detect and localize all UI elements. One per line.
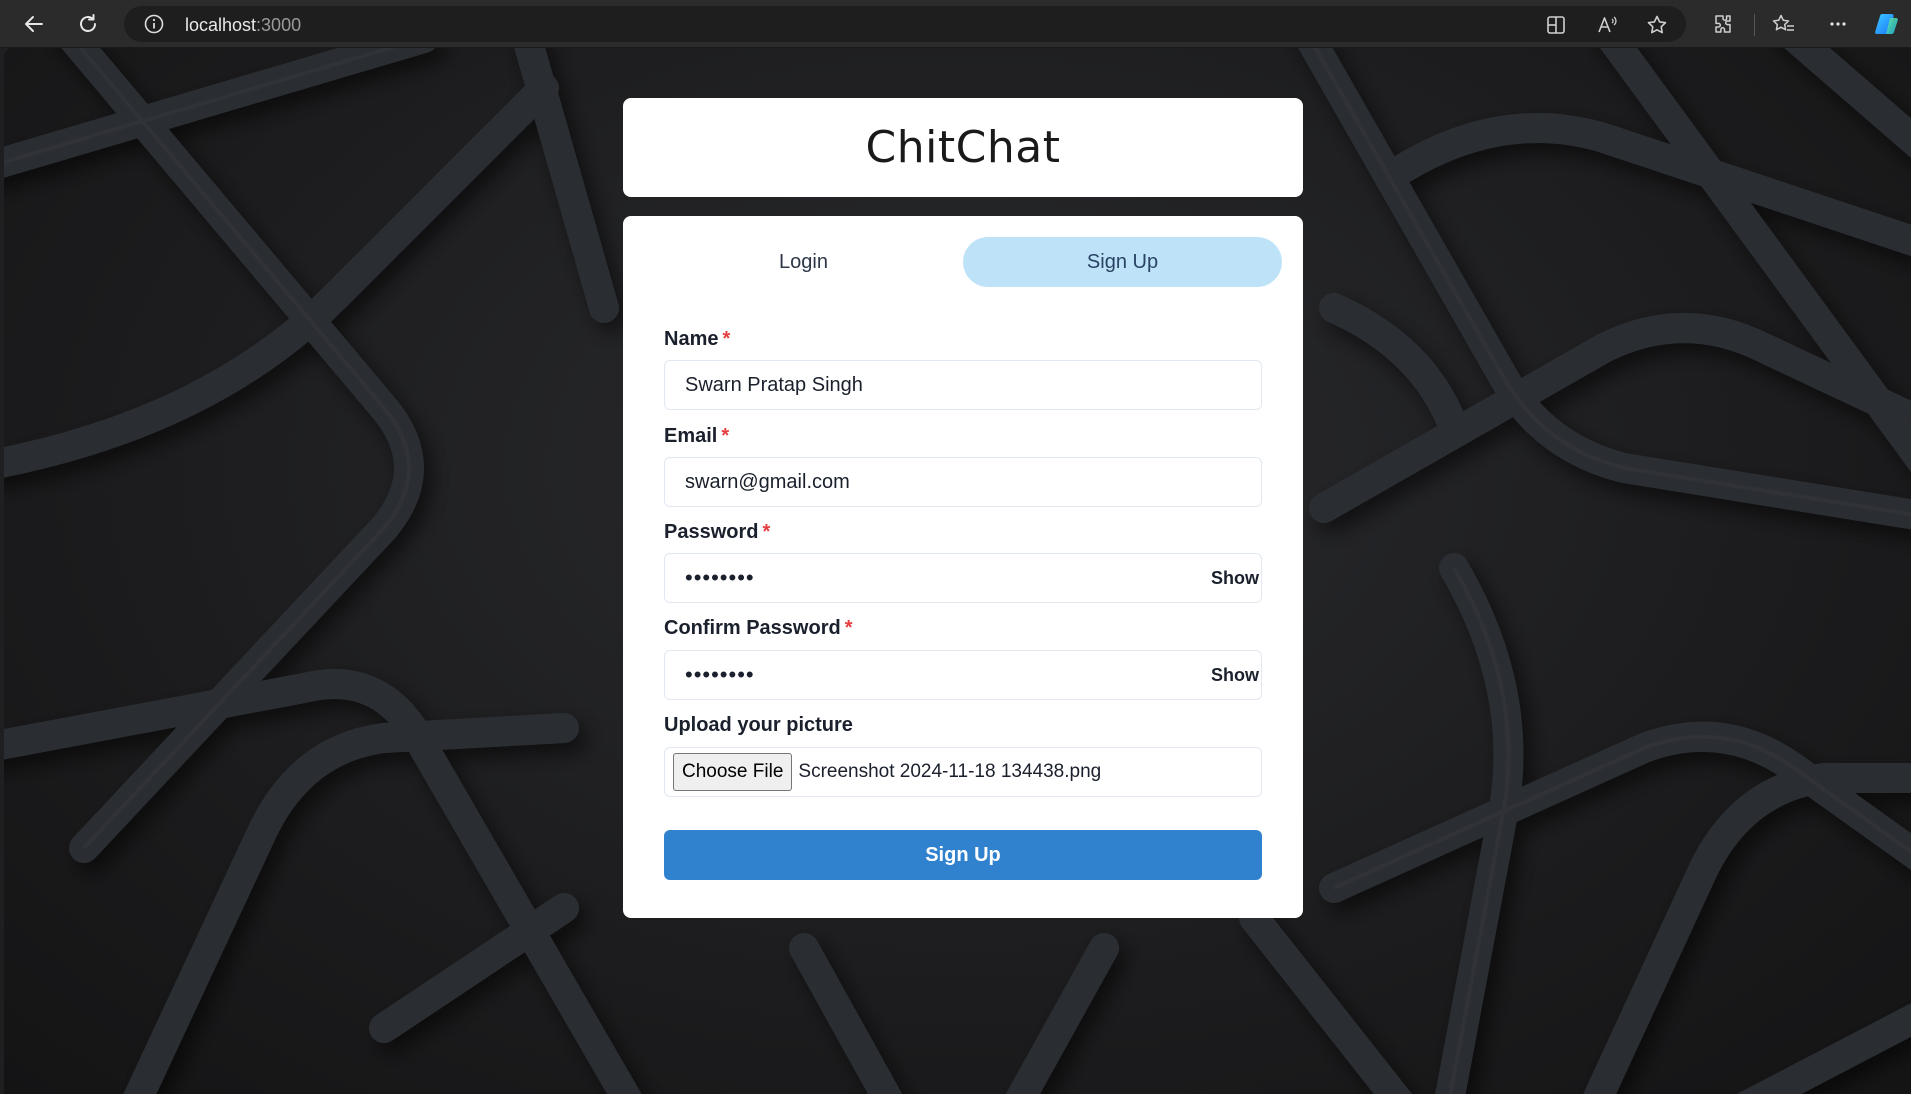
auth-card: Login Sign Up Name * Swarn Pratap Singh E…	[623, 216, 1303, 918]
password-label-text: Password	[664, 521, 759, 543]
choose-file-button[interactable]: Choose File	[673, 753, 793, 791]
required-mark: *	[722, 328, 731, 350]
required-mark: *	[844, 617, 853, 639]
password-input[interactable]: •••••••• Show	[664, 553, 1262, 603]
email-input[interactable]: swarn@gmail.com	[664, 457, 1262, 507]
address-bar[interactable]: localhost:3000	[124, 6, 1686, 42]
split-screen-icon[interactable]	[1545, 14, 1567, 36]
password-label: Password *	[664, 521, 770, 544]
back-icon[interactable]	[16, 6, 52, 42]
email-input-value: swarn@gmail.com	[685, 470, 850, 493]
info-icon[interactable]	[144, 14, 164, 34]
auth-tabs: Login Sign Up	[644, 237, 1282, 287]
upload-picture-label: Upload your picture	[664, 714, 853, 737]
name-label-text: Name	[664, 328, 719, 350]
tab-sign-up[interactable]: Sign Up	[963, 237, 1282, 287]
password-input-value: ••••••••	[685, 565, 755, 590]
confirm-password-label-text: Confirm Password	[664, 617, 841, 639]
extensions-icon[interactable]	[1705, 6, 1741, 42]
confirm-password-label: Confirm Password *	[664, 617, 853, 640]
favorite-star-icon[interactable]	[1646, 14, 1668, 36]
selected-file-name: Screenshot 2024-11-18 134438.png	[798, 761, 1102, 782]
favorites-icon[interactable]	[1766, 6, 1802, 42]
name-input-value: Swarn Pratap Singh	[685, 373, 863, 396]
url-text: localhost:3000	[185, 15, 301, 36]
picture-file-input[interactable]: Choose File Screenshot 2024-11-18 134438…	[664, 747, 1262, 797]
password-show-button[interactable]: Show	[1205, 562, 1259, 594]
url-host: localhost	[185, 15, 257, 35]
refresh-icon[interactable]	[70, 6, 106, 42]
toolbar-divider	[1754, 14, 1755, 36]
name-input[interactable]: Swarn Pratap Singh	[664, 360, 1262, 410]
sign-up-button[interactable]: Sign Up	[664, 830, 1262, 880]
required-mark: *	[721, 425, 730, 447]
name-label: Name *	[664, 328, 730, 351]
app-title-card: ChitChat	[623, 98, 1303, 197]
browser-toolbar: localhost:3000	[0, 0, 1911, 48]
confirm-password-input-value: ••••••••	[685, 662, 755, 687]
upload-picture-label-text: Upload your picture	[664, 714, 853, 736]
confirm-password-input[interactable]: •••••••• Show	[664, 650, 1262, 700]
url-port: :3000	[256, 15, 302, 35]
required-mark: *	[762, 521, 771, 543]
copilot-icon[interactable]	[1869, 6, 1905, 42]
email-label: Email *	[664, 425, 729, 448]
confirm-password-show-button[interactable]: Show	[1205, 659, 1259, 691]
tab-login[interactable]: Login	[644, 237, 963, 287]
page-viewport: ChitChat Login Sign Up Name * Swarn Prata…	[4, 48, 1911, 1094]
app-title: ChitChat	[865, 122, 1061, 173]
more-icon[interactable]	[1820, 6, 1856, 42]
email-label-text: Email	[664, 425, 718, 447]
read-aloud-icon[interactable]	[1596, 14, 1618, 36]
